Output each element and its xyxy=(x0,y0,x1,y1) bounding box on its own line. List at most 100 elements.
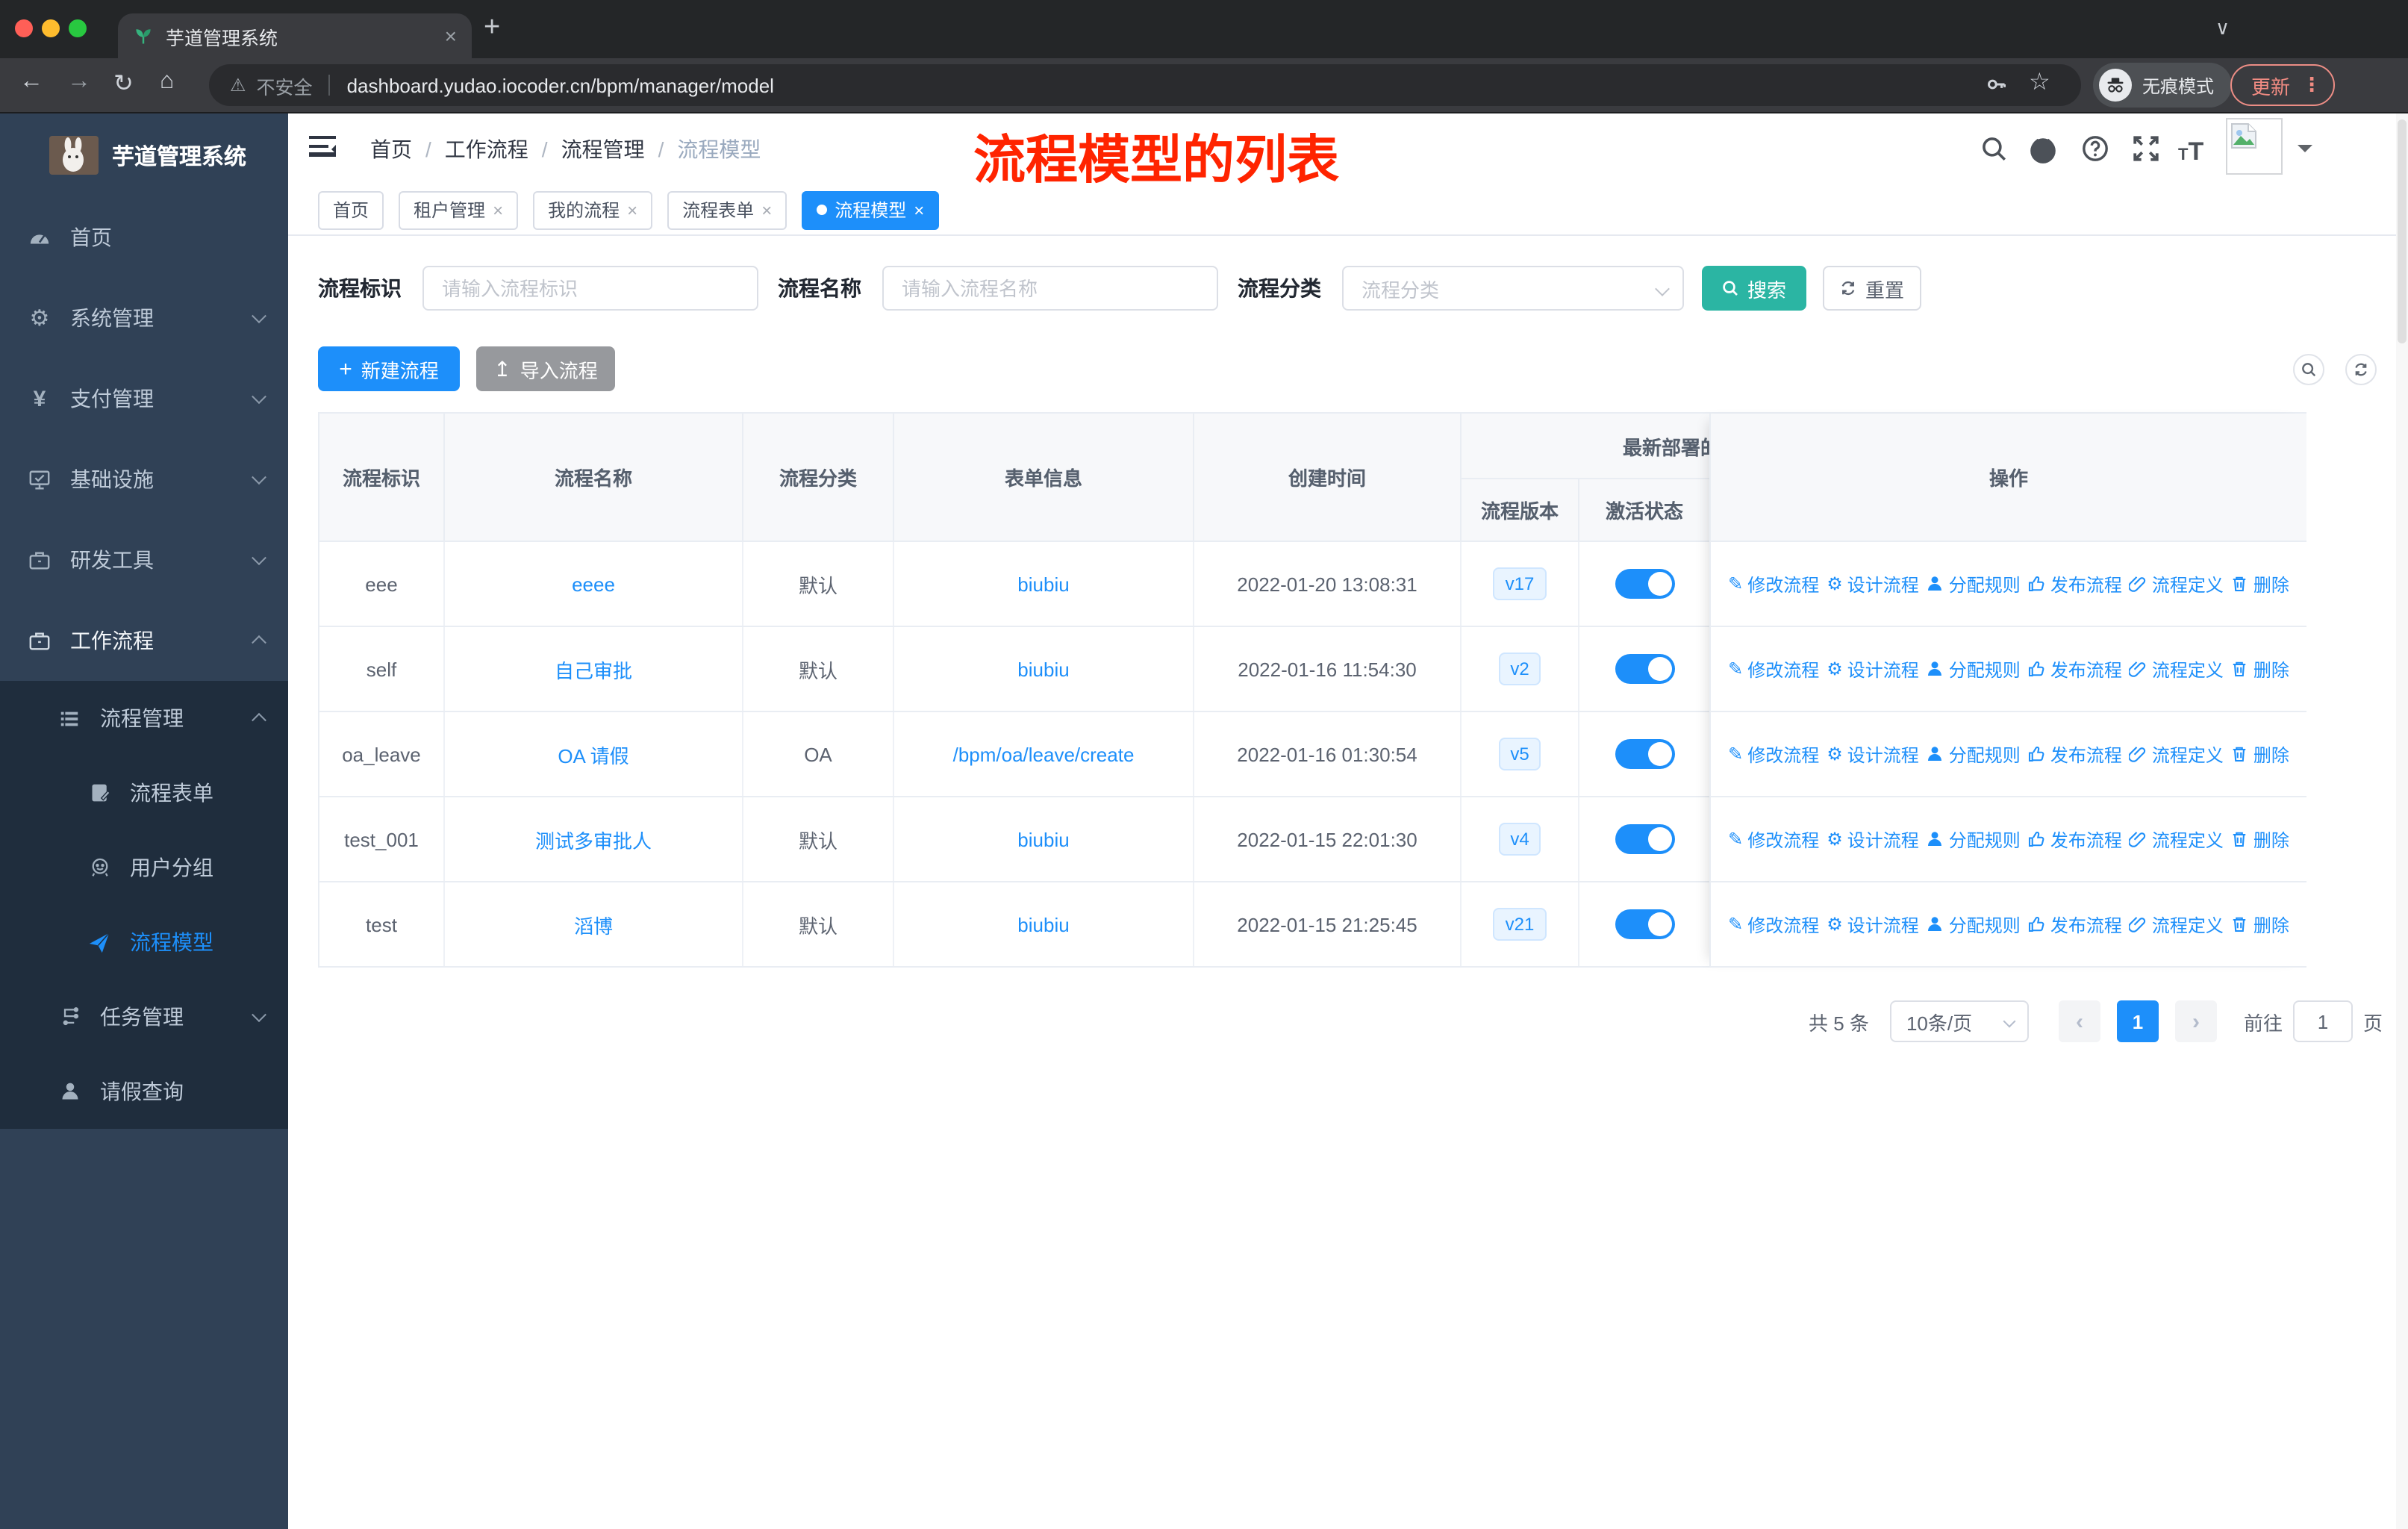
model-name-link[interactable]: eeee xyxy=(572,573,615,595)
new-tab-button[interactable]: + xyxy=(484,12,500,45)
publish-process-link[interactable]: 发布流程 xyxy=(2028,571,2122,597)
active-toggle[interactable] xyxy=(1615,654,1674,684)
delete-link[interactable]: 删除 xyxy=(2231,741,2289,767)
close-icon[interactable]: × xyxy=(627,199,637,220)
prev-page-button[interactable]: ‹ xyxy=(2058,1000,2100,1042)
search-button[interactable]: 搜索 xyxy=(1702,266,1806,311)
delete-link[interactable]: 删除 xyxy=(2231,656,2289,682)
design-process-link[interactable]: ⚙ 设计流程 xyxy=(1827,741,1919,767)
design-process-link[interactable]: ⚙ 设计流程 xyxy=(1827,912,1919,937)
form-info-link[interactable]: biubiu xyxy=(1017,573,1069,595)
sidebar-item-infra[interactable]: 基础设施 xyxy=(0,439,288,520)
delete-link[interactable]: 删除 xyxy=(2231,826,2289,852)
model-name-link[interactable]: 测试多审批人 xyxy=(535,825,652,853)
tab-close-icon[interactable]: × xyxy=(445,24,457,48)
tag-tenant[interactable]: 租户管理 × xyxy=(399,190,519,229)
sidebar-item-process-form[interactable]: 流程表单 xyxy=(0,756,288,830)
process-definition-link[interactable]: 流程定义 xyxy=(2129,826,2224,852)
next-page-button[interactable]: › xyxy=(2174,1000,2217,1042)
goto-page-input[interactable] xyxy=(2292,1000,2353,1042)
breadcrumb-process-mgmt[interactable]: 流程管理 xyxy=(561,134,645,164)
scrollbar[interactable] xyxy=(2396,113,2408,1529)
sidebar-item-workflow[interactable]: 工作流程 xyxy=(0,600,288,681)
forward-icon[interactable]: → xyxy=(67,69,91,96)
tag-my-process[interactable]: 我的流程 × xyxy=(533,190,653,229)
category-select[interactable]: 流程分类 xyxy=(1342,266,1684,311)
font-size-icon[interactable]: TT xyxy=(2178,137,2203,167)
design-process-link[interactable]: ⚙ 设计流程 xyxy=(1827,571,1919,597)
form-info-link[interactable]: biubiu xyxy=(1017,828,1069,850)
process-definition-link[interactable]: 流程定义 xyxy=(2129,571,2224,597)
hamburger-icon[interactable] xyxy=(309,136,336,160)
design-process-link[interactable]: ⚙ 设计流程 xyxy=(1827,656,1919,682)
breadcrumb-workflow[interactable]: 工作流程 xyxy=(445,134,528,164)
sidebar-item-task-mgmt[interactable]: 任务管理 xyxy=(0,980,288,1054)
sidebar-item-system[interactable]: ⚙ 系统管理 xyxy=(0,278,288,358)
sidebar-item-home[interactable]: 首页 xyxy=(0,197,288,278)
browser-tab[interactable]: 芋道管理系统 × xyxy=(118,13,472,58)
active-toggle[interactable] xyxy=(1615,739,1674,769)
update-button[interactable]: 更新 ⋮ xyxy=(2230,64,2336,106)
delete-link[interactable]: 删除 xyxy=(2231,912,2289,937)
window-close-button[interactable] xyxy=(15,19,33,37)
publish-process-link[interactable]: 发布流程 xyxy=(2028,826,2122,852)
publish-process-link[interactable]: 发布流程 xyxy=(2028,912,2122,937)
fullscreen-icon[interactable] xyxy=(2132,134,2160,170)
model-name-link[interactable]: OA 请假 xyxy=(558,740,628,768)
active-toggle[interactable] xyxy=(1615,569,1674,599)
sidebar-item-process-model[interactable]: 流程模型 xyxy=(0,905,288,980)
window-minimize-button[interactable] xyxy=(42,19,60,37)
assign-rule-link[interactable]: 分配规则 xyxy=(1927,656,2021,682)
sidebar-item-leave-query[interactable]: 请假查询 xyxy=(0,1054,288,1129)
edit-process-link[interactable]: ✎ 修改流程 xyxy=(1728,912,1819,937)
home-icon[interactable]: ⌂ xyxy=(160,69,174,96)
delete-link[interactable]: 删除 xyxy=(2231,571,2289,597)
password-key-icon[interactable] xyxy=(1986,73,2008,103)
assign-rule-link[interactable]: 分配规则 xyxy=(1927,912,2021,937)
model-name-link[interactable]: 自己审批 xyxy=(555,655,632,683)
avatar[interactable] xyxy=(2226,118,2283,175)
search-icon[interactable] xyxy=(1980,134,2008,170)
tag-process-form[interactable]: 流程表单 × xyxy=(667,190,787,229)
close-icon[interactable]: × xyxy=(761,199,772,220)
form-info-link[interactable]: biubiu xyxy=(1017,913,1069,935)
assign-rule-link[interactable]: 分配规则 xyxy=(1927,741,2021,767)
edit-process-link[interactable]: ✎ 修改流程 xyxy=(1728,826,1819,852)
active-toggle[interactable] xyxy=(1615,909,1674,939)
sidebar-item-process-mgmt[interactable]: 流程管理 xyxy=(0,681,288,756)
form-info-link[interactable]: biubiu xyxy=(1017,658,1069,680)
avatar-caret-icon[interactable] xyxy=(2298,145,2312,160)
import-process-button[interactable]: ↥ 导入流程 xyxy=(476,346,615,391)
publish-process-link[interactable]: 发布流程 xyxy=(2028,741,2122,767)
design-process-link[interactable]: ⚙ 设计流程 xyxy=(1827,826,1919,852)
process-definition-link[interactable]: 流程定义 xyxy=(2129,656,2224,682)
address-bar[interactable]: ⚠ 不安全 dashboard.yudao.iocoder.cn/bpm/man… xyxy=(209,64,2081,106)
assign-rule-link[interactable]: 分配规则 xyxy=(1927,826,2021,852)
browser-menu-icon[interactable]: ⋮ xyxy=(2302,73,2321,97)
close-icon[interactable]: × xyxy=(493,199,503,220)
edit-process-link[interactable]: ✎ 修改流程 xyxy=(1728,656,1819,682)
create-process-button[interactable]: + 新建流程 xyxy=(318,346,460,391)
reset-button[interactable]: 重置 xyxy=(1823,266,1921,311)
process-definition-link[interactable]: 流程定义 xyxy=(2129,741,2224,767)
edit-process-link[interactable]: ✎ 修改流程 xyxy=(1728,571,1819,597)
bookmark-star-icon[interactable]: ☆ xyxy=(2029,67,2050,97)
process-definition-link[interactable]: 流程定义 xyxy=(2129,912,2224,937)
tag-process-model[interactable]: 流程模型 × xyxy=(802,190,940,229)
tag-home[interactable]: 首页 xyxy=(318,190,384,229)
reload-icon[interactable]: ↻ xyxy=(113,69,134,99)
assign-rule-link[interactable]: 分配规则 xyxy=(1927,571,2021,597)
sidebar-item-user-group[interactable]: 用户分组 xyxy=(0,830,288,905)
sidebar-item-payment[interactable]: ¥ 支付管理 xyxy=(0,358,288,439)
publish-process-link[interactable]: 发布流程 xyxy=(2028,656,2122,682)
model-name-link[interactable]: 滔博 xyxy=(574,910,613,938)
current-page-button[interactable]: 1 xyxy=(2116,1000,2159,1042)
sidebar-item-devtools[interactable]: 研发工具 xyxy=(0,520,288,600)
edit-process-link[interactable]: ✎ 修改流程 xyxy=(1728,741,1819,767)
back-icon[interactable]: ← xyxy=(19,69,43,96)
active-toggle[interactable] xyxy=(1615,824,1674,854)
window-zoom-button[interactable] xyxy=(69,19,87,37)
tab-search-icon[interactable]: ∨ xyxy=(2215,16,2230,40)
form-info-link[interactable]: /bpm/oa/leave/create xyxy=(953,743,1135,765)
table-refresh-icon[interactable] xyxy=(2345,354,2377,385)
